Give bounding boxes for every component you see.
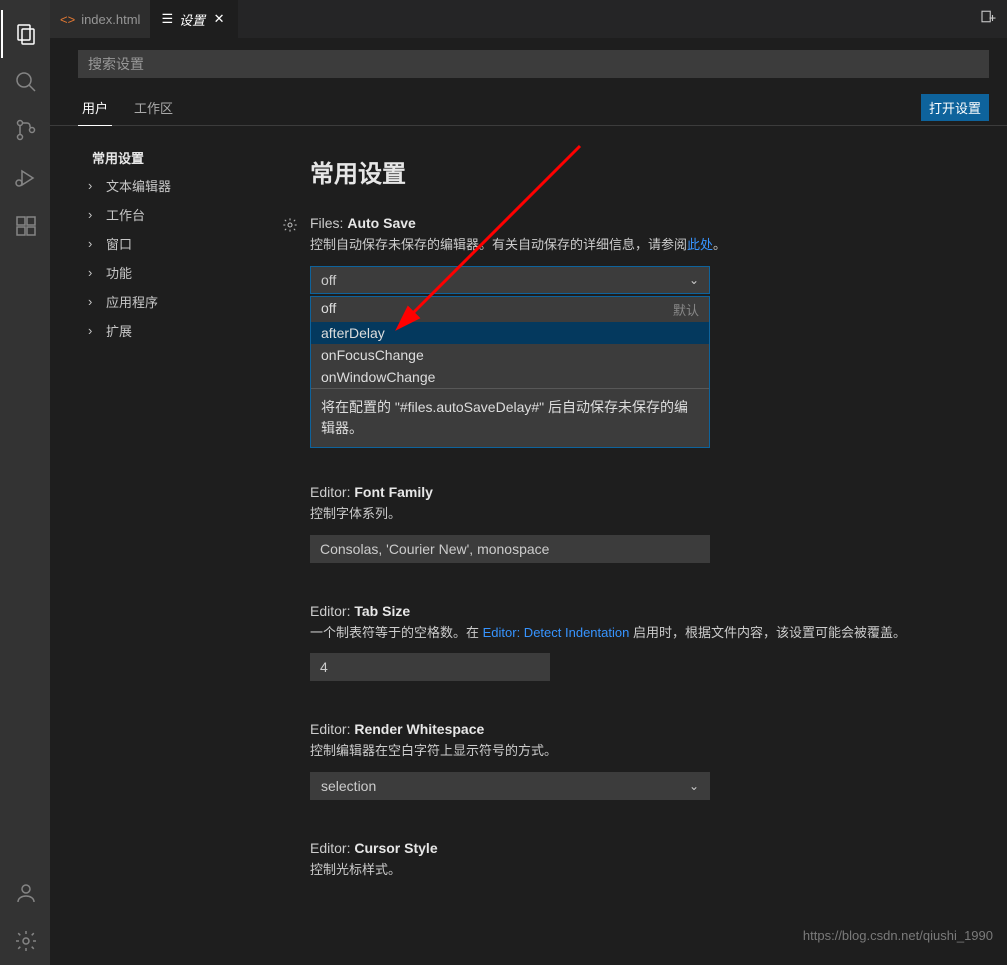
setting-title: Editor: Font Family: [310, 484, 993, 500]
toc-heading[interactable]: 常用设置: [78, 144, 270, 171]
settings-toc: 常用设置 ›文本编辑器 ›工作台 ›窗口 ›功能 ›应用程序 ›扩展: [50, 126, 280, 965]
modified-gear-icon[interactable]: [282, 217, 298, 236]
setting-tab-size: Editor: Tab Size 一个制表符等于的空格数。在 Editor: D…: [310, 603, 993, 682]
setting-description: 控制编辑器在空白字符上显示符号的方式。: [310, 741, 993, 762]
settings-list: 常用设置 Files: Auto Save 控制自动保存未保存的编辑器。有关自动…: [280, 126, 1007, 965]
setting-description: 控制光标样式。: [310, 860, 993, 881]
toc-item-extensions[interactable]: ›扩展: [78, 316, 270, 345]
chevron-right-icon: ›: [88, 265, 102, 280]
chevron-right-icon: ›: [88, 323, 102, 338]
setting-title: Editor: Cursor Style: [310, 840, 993, 856]
scope-tabs: 用户 工作区 打开设置: [50, 90, 1007, 126]
settings-search-input[interactable]: [78, 50, 989, 78]
select-value: off: [321, 272, 336, 288]
setting-title: Editor: Tab Size: [310, 603, 993, 619]
select-value: selection: [321, 778, 376, 794]
setting-title: Editor: Render Whitespace: [310, 721, 993, 737]
toc-item-application[interactable]: ›应用程序: [78, 287, 270, 316]
setting-cursor-style: Editor: Cursor Style 控制光标样式。: [310, 840, 993, 881]
file-icon: <>: [60, 12, 75, 27]
setting-render-whitespace: Editor: Render Whitespace 控制编辑器在空白字符上显示符…: [310, 721, 993, 800]
default-badge: 默认: [673, 300, 699, 319]
setting-auto-save: Files: Auto Save 控制自动保存未保存的编辑器。有关自动保存的详细…: [310, 215, 993, 294]
source-control-icon[interactable]: [1, 106, 49, 154]
new-file-icon[interactable]: [979, 9, 997, 30]
tab-label: index.html: [81, 12, 140, 27]
settings-editor: 用户 工作区 打开设置 常用设置 ›文本编辑器 ›工作台 ›窗口 ›功能 ›应用…: [50, 38, 1007, 965]
link-detect-indentation[interactable]: Editor: Detect Indentation: [483, 625, 630, 640]
chevron-down-icon: ⌄: [689, 779, 699, 793]
toc-item-window[interactable]: ›窗口: [78, 229, 270, 258]
search-icon[interactable]: [1, 58, 49, 106]
settings-gear-icon[interactable]: [1, 917, 49, 965]
chevron-right-icon: ›: [88, 236, 102, 251]
font-family-input[interactable]: [310, 535, 710, 563]
explorer-icon[interactable]: [1, 10, 49, 58]
tab-index-html[interactable]: <> index.html: [50, 0, 151, 38]
setting-description: 一个制表符等于的空格数。在 Editor: Detect Indentation…: [310, 623, 993, 644]
chevron-right-icon: ›: [88, 178, 102, 193]
auto-save-dropdown: off 默认 afterDelay onFocusChange onWindow…: [310, 296, 710, 448]
toc-item-features[interactable]: ›功能: [78, 258, 270, 287]
close-icon[interactable]: ✕: [211, 11, 227, 27]
section-heading: 常用设置: [310, 154, 993, 189]
chevron-right-icon: ›: [88, 207, 102, 222]
open-settings-json-button[interactable]: 打开设置: [921, 94, 989, 121]
tab-bar: <> index.html ☰ 设置 ✕: [50, 0, 1007, 38]
tab-label: 设置: [179, 10, 205, 29]
dropdown-hint: 将在配置的 "#files.autoSaveDelay#" 后自动保存未保存的编…: [311, 388, 709, 447]
link-auto-save-docs[interactable]: 此处: [687, 237, 713, 252]
tab-settings[interactable]: ☰ 设置 ✕: [151, 0, 238, 38]
setting-description: 控制字体系列。: [310, 504, 993, 525]
setting-font-family: Editor: Font Family 控制字体系列。: [310, 484, 993, 563]
chevron-down-icon: ⌄: [689, 273, 699, 287]
setting-title: Files: Auto Save: [310, 215, 993, 231]
option-on-window-change[interactable]: onWindowChange: [311, 366, 709, 388]
option-after-delay[interactable]: afterDelay: [311, 322, 709, 344]
auto-save-select[interactable]: off ⌄: [310, 266, 710, 294]
activity-bar: [0, 0, 50, 965]
settings-tab-icon: ☰: [161, 11, 173, 27]
setting-description: 控制自动保存未保存的编辑器。有关自动保存的详细信息，请参阅此处。: [310, 235, 993, 256]
editor-area: <> index.html ☰ 设置 ✕ 用户 工作区 打开设置 常用设置 ›文…: [50, 0, 1007, 965]
scope-tab-workspace[interactable]: 工作区: [130, 90, 177, 126]
option-off[interactable]: off 默认: [311, 297, 709, 322]
toc-item-workbench[interactable]: ›工作台: [78, 200, 270, 229]
account-icon[interactable]: [1, 869, 49, 917]
scope-tab-user[interactable]: 用户: [78, 90, 112, 126]
extensions-icon[interactable]: [1, 202, 49, 250]
tab-size-input[interactable]: [310, 653, 550, 681]
toc-item-text-editor[interactable]: ›文本编辑器: [78, 171, 270, 200]
debug-icon[interactable]: [1, 154, 49, 202]
render-whitespace-select[interactable]: selection ⌄: [310, 772, 710, 800]
chevron-right-icon: ›: [88, 294, 102, 309]
option-on-focus-change[interactable]: onFocusChange: [311, 344, 709, 366]
watermark: https://blog.csdn.net/qiushi_1990: [803, 928, 993, 943]
